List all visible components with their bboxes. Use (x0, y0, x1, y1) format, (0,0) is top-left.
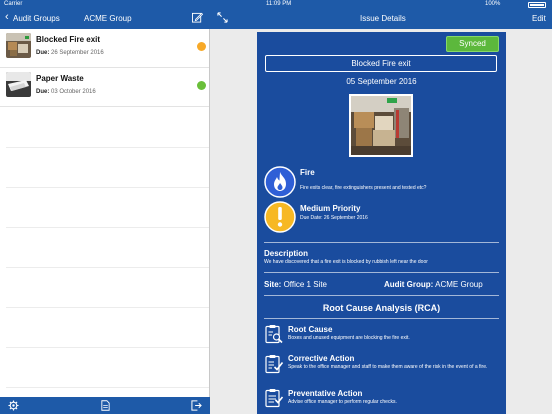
divider (264, 272, 499, 273)
battery-percent: 100% (485, 1, 501, 7)
clipboard-list-icon (265, 389, 284, 408)
master-title: ACME Group (84, 14, 132, 23)
audit-group-label: Audit Group: (384, 280, 434, 289)
issue-detail-card: Synced Blocked Fire exit 05 September 20… (257, 32, 506, 414)
status-dot (197, 42, 206, 51)
priority-name: Medium Priority (300, 204, 361, 213)
divider (264, 242, 499, 243)
clipboard-search-icon (265, 325, 283, 344)
warning-icon (264, 201, 296, 233)
issue-date: 05 September 2016 (346, 77, 417, 86)
list-separator (6, 307, 209, 308)
bottom-toolbar (0, 397, 210, 414)
rca-item-title: Corrective Action (288, 354, 355, 363)
synced-button[interactable]: Synced (446, 36, 499, 52)
rca-item-text: Advise office manager to perform regular… (288, 399, 397, 405)
compose-icon[interactable] (192, 12, 203, 23)
site-field: Site: Office 1 Site (264, 280, 327, 289)
issue-name: Blocked Fire exit (36, 35, 101, 44)
detail-title: Issue Details (360, 14, 406, 23)
master-nav-bar: ‹ Audit Groups ACME Group (0, 9, 210, 29)
back-button-label: Audit Groups (13, 14, 60, 23)
divider (264, 318, 499, 319)
site-value: Office 1 Site (283, 280, 328, 289)
issue-thumbnail (6, 72, 31, 97)
list-separator (6, 347, 209, 348)
status-time: 11:09 PM (266, 1, 292, 7)
description-heading: Description (264, 249, 309, 258)
due-date: 26 September 2016 (51, 50, 104, 56)
logout-icon[interactable] (191, 400, 202, 411)
issue-name: Paper Waste (36, 74, 84, 83)
audit-group-value: ACME Group (435, 280, 483, 289)
list-separator (6, 147, 209, 148)
category-name: Fire (300, 168, 315, 177)
battery-icon (528, 2, 546, 8)
rca-item-title: Root Cause (288, 325, 333, 334)
edit-button[interactable]: Edit (532, 14, 546, 23)
detail-nav-bar: Issue Details Edit (210, 9, 552, 29)
settings-icon[interactable] (8, 400, 19, 411)
category-description: Fire exits clear, fire extinguishers pre… (300, 185, 427, 191)
carrier-label: Carrier (4, 1, 23, 7)
due-label: Due: (36, 89, 50, 95)
list-separator (6, 267, 209, 268)
fire-icon (264, 166, 296, 198)
chevron-left-icon: ‹ (5, 11, 9, 23)
description-text: We have discovered that a fire exit is b… (264, 259, 428, 265)
document-icon[interactable] (100, 400, 111, 411)
issue-list: Blocked Fire exit Due: 26 September 2016… (0, 29, 209, 397)
issue-due: Due: 03 October 2016 (36, 89, 96, 95)
rca-item-text: Speak to the office manager and staff to… (288, 364, 488, 370)
due-date: 03 October 2016 (51, 89, 96, 95)
list-item[interactable]: Blocked Fire exit Due: 26 September 2016 (0, 29, 209, 68)
issue-due: Due: 26 September 2016 (36, 50, 104, 56)
expand-icon[interactable] (217, 12, 228, 23)
rca-item-text: Boxes and unused equipment are blocking … (288, 335, 410, 341)
list-separator (6, 227, 209, 228)
status-dot (197, 81, 206, 90)
site-label: Site: (264, 280, 282, 289)
due-label: Due: (36, 50, 50, 56)
list-separator (6, 187, 209, 188)
list-item[interactable]: Paper Waste Due: 03 October 2016 (0, 68, 209, 107)
priority-due: Due Date: 26 September 2016 (300, 215, 368, 221)
list-separator (6, 387, 209, 388)
divider (264, 295, 499, 296)
rca-heading: Root Cause Analysis (RCA) (322, 303, 441, 313)
issue-photo[interactable] (349, 94, 413, 157)
audit-group-field: Audit Group: ACME Group (384, 280, 483, 289)
issue-thumbnail (6, 33, 31, 58)
status-bar: Carrier 11:09 PM 100% (0, 0, 552, 9)
clipboard-check-icon (265, 355, 284, 374)
issue-title: Blocked Fire exit (265, 55, 497, 72)
rca-item-title: Preventative Action (288, 389, 363, 398)
